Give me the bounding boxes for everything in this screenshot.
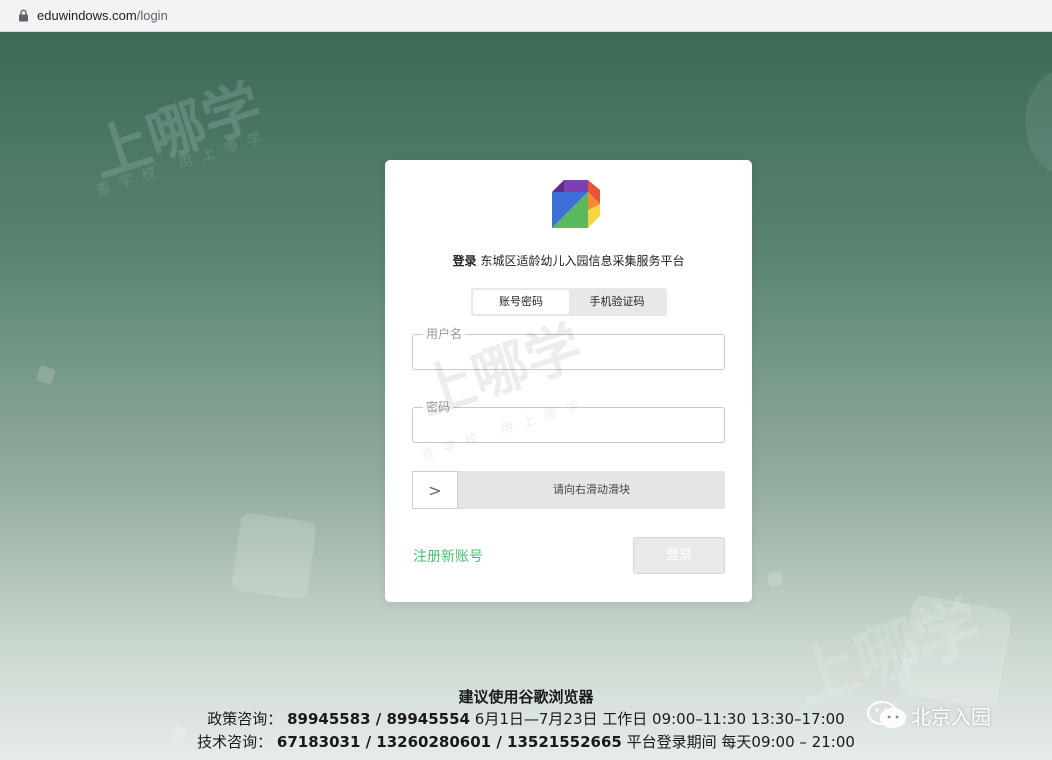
policy-phones: 89945583 / 89945554	[287, 710, 470, 728]
platform-name: 东城区适龄幼儿入园信息采集服务平台	[480, 254, 685, 268]
decorative-square	[35, 364, 57, 386]
register-link[interactable]: 注册新账号	[413, 546, 483, 566]
tech-time: 平台登录期间 每天09:00 – 21:00	[626, 733, 855, 751]
lock-icon	[19, 9, 28, 22]
slider-handle[interactable]: >	[412, 471, 458, 509]
captcha-slider: > 请向右滑动滑块	[412, 471, 725, 509]
wechat-icon	[867, 701, 906, 728]
page-title: 登录 东城区适龄幼儿入园信息采集服务平台	[385, 252, 752, 269]
decorative-square	[768, 572, 782, 586]
policy-time: 6月1日—7月23日 工作日 09:00–11:30 13:30–17:00	[474, 710, 845, 728]
wechat-watermark: 北京入园	[865, 700, 991, 730]
tech-phones: 67183031 / 13260280601 / 13521552665	[276, 733, 622, 751]
url-field[interactable]: eduwindows.com/login	[8, 2, 1044, 29]
url-domain: eduwindows.com	[37, 8, 137, 23]
login-card: 登录 东城区适龄幼儿入园信息采集服务平台 账号密码 手机验证码 用户名 密码 上哪…	[385, 160, 752, 602]
platform-logo-icon	[552, 180, 600, 228]
login-word: 登录	[452, 254, 477, 268]
tab-sms-code[interactable]: 手机验证码	[569, 290, 665, 314]
tech-hotline: 技术咨询： 67183031 / 13260280601 / 135215526…	[0, 731, 1052, 752]
decorative-square	[230, 512, 318, 600]
url-path: /login	[136, 8, 168, 23]
browser-address-bar: eduwindows.com/login	[0, 0, 1052, 32]
slider-instruction: 请向右滑动滑块	[553, 483, 630, 496]
policy-label: 政策咨询：	[207, 710, 283, 728]
login-page-background: 上哪学 查学校 用上哪学 上哪学 登录 东城区适龄幼儿入园信息采集服务平台 账号密…	[0, 32, 1052, 760]
wechat-account-name: 北京入园	[911, 704, 991, 729]
login-button[interactable]: 登录	[633, 537, 725, 574]
decorative-circle	[1025, 67, 1052, 177]
tech-label: 技术咨询：	[197, 733, 273, 751]
